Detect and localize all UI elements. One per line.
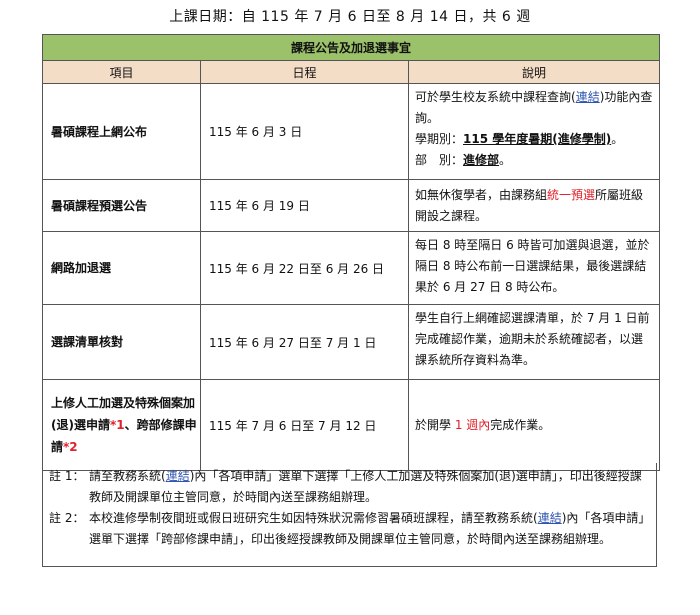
table-row: 暑碩課程預選公告 115 年 6 月 19 日 如無休復學者，由課務組統一預選所… [42,179,661,232]
course-schedule-table: 課程公告及加退選事宜 項目 日程 說明 暑碩課程上網公布 115 年 6 月 3… [41,34,661,471]
highlight-text: 1 週內 [454,417,491,432]
desc-cell: 學生自行上網確認選課清單，於 7 月 1 日前完成確認作業，逾期未於系統確認者，… [407,304,661,380]
note-text-part: 請至教務系統( [89,469,166,483]
table-row: 上修人工加選及特殊個案加(退)選申請*1、跨部修課申請*2 115 年 7 月 … [42,379,661,471]
desc-text: 如無休復學者，由課務組 [415,187,548,202]
header-desc: 說明 [407,60,661,84]
table-row: 暑碩課程上網公布 115 年 6 月 3 日 可於學生校友系統中課程查詢(連結)… [42,83,661,180]
note-2: 註 2： 本校進修學制夜間班或假日班研究生如因特殊狀況需修習暑碩班課程，請至教務… [49,508,652,550]
date-cell: 115 年 6 月 22 日至 6 月 26 日 [200,231,409,305]
course-query-link[interactable]: 連結 [576,90,600,104]
header-date: 日程 [200,60,409,84]
date-cell: 115 年 6 月 27 日至 7 月 1 日 [200,304,409,380]
desc-text: 完成作業。 [490,417,551,432]
header-item: 項目 [42,60,201,84]
note-label: 註 2： [49,511,85,525]
notes-box: 註 1： 請至教務系統(連結)內「各項申請」選單下選擇「上修人工加選及特殊個案加… [42,463,657,567]
date-cell: 115 年 6 月 19 日 [200,179,409,232]
item-cell: 上修人工加選及特殊個案加(退)選申請*1、跨部修課申請*2 [42,379,201,471]
note-1: 註 1： 請至教務系統(連結)內「各項申請」選單下選擇「上修人工加選及特殊個案加… [49,466,652,508]
highlight-text: 統一預選 [547,187,596,202]
table-row: 選課清單核對 115 年 6 月 27 日至 7 月 1 日 學生自行上網確認選… [42,304,661,380]
table-banner: 課程公告及加退選事宜 [41,34,661,61]
item-cell: 暑碩課程上網公布 [42,83,201,180]
desc-text: 於開學 [415,417,455,432]
item-cell: 網路加退選 [42,231,201,305]
desc-text: 部 別： [415,153,464,167]
desc-text: 可於學生校友系統中課程查詢( [415,90,576,104]
date-cell: 115 年 6 月 3 日 [200,83,409,180]
desc-text: 學期別： [415,132,464,146]
desc-cell: 每日 8 時至隔日 6 時皆可加選與退選，並於隔日 8 時公布前一日選課結果，最… [407,231,661,305]
item-cell: 暑碩課程預選公告 [42,179,201,232]
desc-text: 。 [611,132,624,146]
academic-system-link[interactable]: 連結 [538,511,562,525]
desc-text: 。 [499,153,512,167]
note-text: 請至教務系統(連結)內「各項申請」選單下選擇「上修人工加選及特殊個案加(退)選申… [89,466,652,508]
note-label: 註 1： [49,469,85,483]
footnote-marker: *1 [109,418,125,432]
division-value: 進修部 [463,153,500,167]
page-title: 上課日期：自 115 年 7 月 6 日至 8 月 14 日，共 6 週 [169,9,531,25]
note-text: 本校進修學制夜間班或假日班研究生如因特殊狀況需修習暑碩班課程，請至教務系統(連結… [89,508,652,550]
item-cell: 選課清單核對 [42,304,201,380]
semester-value: 115 學年度暑期(進修學制) [463,132,612,146]
desc-cell: 如無休復學者，由課務組統一預選所屬班級開設之課程。 [407,179,661,232]
desc-cell: 於開學 1 週內完成作業。 [407,379,661,471]
table-row: 網路加退選 115 年 6 月 22 日至 6 月 26 日 每日 8 時至隔日… [42,231,661,305]
academic-system-link[interactable]: 連結 [166,469,190,483]
note-text-part: 本校進修學制夜間班或假日班研究生如因特殊狀況需修習暑碩班課程，請至教務系統( [89,511,538,525]
desc-cell: 可於學生校友系統中課程查詢(連結)功能內查詢。 學期別：115 學年度暑期(進修… [407,83,661,180]
footnote-marker: *2 [63,440,78,454]
date-cell: 115 年 7 月 6 日至 7 月 12 日 [200,379,409,471]
